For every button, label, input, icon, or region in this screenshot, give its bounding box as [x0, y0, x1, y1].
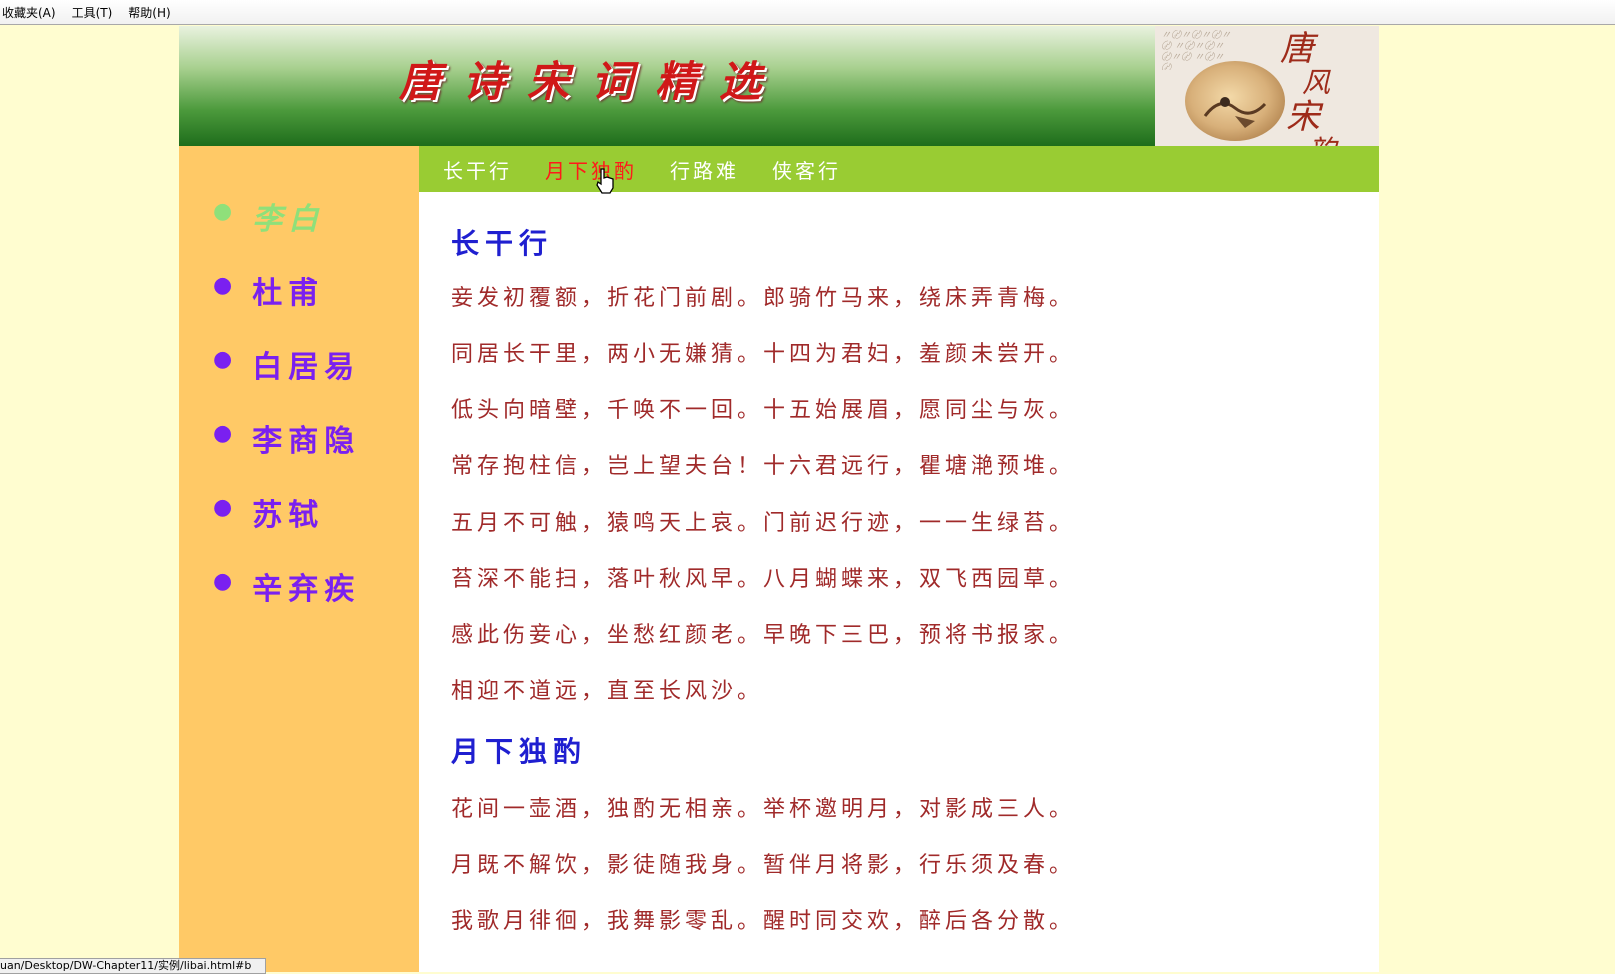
artwork-calligraphy: 唐 风 宋 韵 — [1280, 29, 1336, 146]
sidebar-item-lishangyin[interactable]: ● 李商隐 — [213, 416, 360, 490]
bullet-icon: ● — [213, 568, 239, 594]
poem-line: 月既不解饮，影徒随我身。暂伴月将影，行乐须及春。 — [451, 853, 1076, 878]
bullet-icon: ● — [213, 198, 239, 224]
nav-link-yuexiaduzhuo[interactable]: 月下独酌 — [545, 155, 637, 184]
poem-line: 相迎不道远，直至长风沙。 — [451, 679, 764, 704]
nav-link-xiakexing[interactable]: 侠客行 — [772, 155, 841, 184]
poem-line: 常存抱柱信，岂上望夫台！十六君远行，瞿塘滟预堆。 — [451, 454, 1076, 479]
bullet-icon: ● — [213, 272, 239, 298]
header-banner: 唐诗宋词精选 — [179, 26, 1155, 146]
page-container: 唐诗宋词精选 〃〄〃〄〃〄〃〄 〃〄〃〄〃〄〃〄 〃〄〃〄 唐 风 宋 韵 ●李… — [179, 26, 1379, 972]
sidebar-item-sushi[interactable]: ● 苏轼 — [213, 490, 360, 564]
painting-figure-icon — [1203, 97, 1267, 128]
sidebar-item-baijuyi[interactable]: ● 白居易 — [213, 342, 360, 416]
sidebar-item-dufu[interactable]: ● 杜甫 — [213, 268, 360, 342]
sidebar-item-libai[interactable]: ● 李白 — [213, 194, 360, 268]
poem-nav-bar: 长干行 月下独酌 行路难 侠客行 — [419, 146, 1379, 192]
poem-line: 苔深不能扫，落叶秋风早。八月蝴蝶来，双飞西园草。 — [451, 567, 1076, 592]
poem-line: 同居长干里，两小无嫌猜。十四为君妇，羞颜未尝开。 — [451, 342, 1076, 367]
poet-sidebar: ● 李白 ● 杜甫 ● 白居易 ● 李商隐 ● 苏轼 ● 辛弃疾 — [179, 146, 419, 972]
menu-tools[interactable]: 工具(T) — [70, 4, 121, 21]
browser-menu-bar: 收藏夹(A) 工具(T) 帮助(H) — [0, 0, 1615, 25]
bullet-icon: ● — [213, 346, 239, 372]
nav-link-xinglunan[interactable]: 行路难 — [670, 155, 739, 184]
header-artwork: 〃〄〃〄〃〄〃〄 〃〄〃〄〃〄〃〄 〃〄〃〄 唐 风 宋 韵 — [1155, 26, 1379, 146]
poem-line: 感此伤妾心，坐愁红颜老。早晚下三巴，预将书报家。 — [451, 623, 1076, 648]
poem-line: 我歌月徘徊，我舞影零乱。醒时同交欢，醉后各分散。 — [451, 909, 1076, 934]
poem-line: 低头向暗壁，千唤不一回。十五始展眉，愿同尘与灰。 — [451, 398, 1076, 423]
menu-favorites[interactable]: 收藏夹(A) — [0, 4, 64, 21]
hand-cursor-icon — [596, 168, 614, 194]
poem-title: 月下独酌 — [451, 735, 588, 768]
poem-line: 五月不可触，猿鸣天上哀。门前迟行迹，一一生绿苔。 — [451, 511, 1076, 536]
site-title: 唐诗宋词精选 — [399, 57, 784, 106]
bullet-icon: ● — [213, 420, 239, 446]
poet-list: ● 李白 ● 杜甫 ● 白居易 ● 李商隐 ● 苏轼 ● 辛弃疾 — [213, 194, 360, 638]
poem-content: 长干行 妾发初覆额，折花门前剧。郎骑竹马来，绕床弄青梅。 同居长干里，两小无嫌猜… — [419, 192, 1379, 972]
bullet-icon: ● — [213, 494, 239, 520]
poem-title: 长干行 — [451, 227, 554, 260]
menu-help[interactable]: 帮助(H) — [126, 4, 178, 21]
sidebar-item-xinqiji[interactable]: ● 辛弃疾 — [213, 564, 360, 638]
poem-line: 妾发初覆额，折花门前剧。郎骑竹马来，绕床弄青梅。 — [451, 286, 1076, 311]
poem-line: 花间一壶酒，独酌无相亲。举杯邀明月，对影成三人。 — [451, 797, 1076, 822]
nav-link-changganxing[interactable]: 长干行 — [443, 155, 512, 184]
